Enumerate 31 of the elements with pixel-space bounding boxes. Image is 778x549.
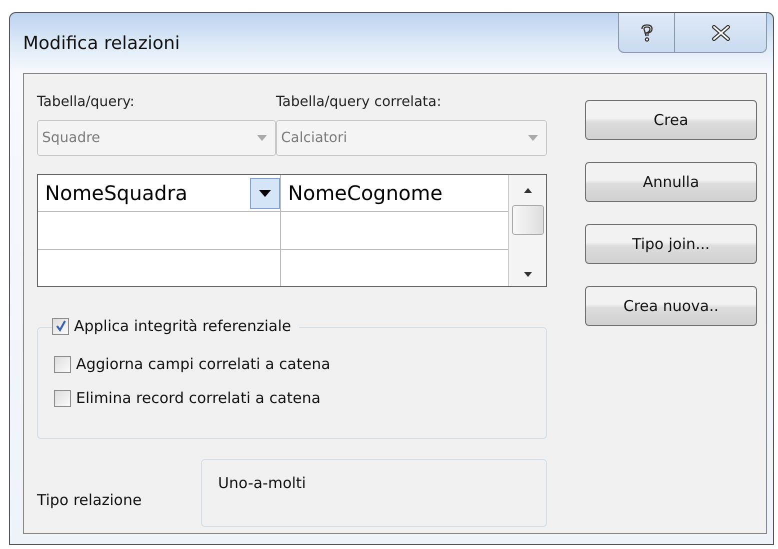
relation-type-field: Uno-a-molti — [201, 459, 547, 527]
scroll-thumb[interactable] — [512, 205, 544, 235]
help-button[interactable] — [618, 13, 675, 53]
caret-icon — [528, 135, 538, 141]
scrollbar[interactable] — [508, 175, 546, 286]
field-name: NomeCognome — [288, 181, 443, 206]
field-name: NomeSquadra — [45, 181, 188, 206]
dropdown-button[interactable] — [250, 178, 280, 209]
option-label: Applica integrità referenziale — [74, 317, 292, 335]
up-arrow-icon — [522, 187, 532, 193]
dialog-button[interactable]: Crea nuova.. — [585, 286, 757, 326]
help-icon — [640, 24, 654, 42]
caret-icon — [259, 190, 271, 197]
dialog-button[interactable]: Crea — [585, 100, 757, 140]
field-label: Tabella/query correlata: — [276, 94, 442, 112]
checkbox[interactable] — [54, 390, 71, 406]
close-icon — [710, 24, 730, 40]
dialog-button[interactable]: Annulla — [585, 162, 757, 202]
checkbox[interactable] — [54, 356, 71, 372]
relation-label: Tipo relazione — [37, 491, 143, 509]
field-label: Tabella/query: — [37, 94, 136, 112]
checkbox[interactable] — [52, 318, 69, 334]
caret-icon — [257, 135, 267, 141]
window-title: Modifica relazioni — [23, 33, 180, 54]
option-label: Elimina record correlati a catena — [76, 389, 321, 407]
option-label: Aggiorna campi correlati a catena — [76, 355, 330, 373]
grid-cell[interactable]: NomeSquadra — [38, 175, 281, 212]
checkmark-icon — [54, 320, 66, 332]
close-button[interactable] — [675, 13, 767, 53]
dialog-button[interactable]: Tipo join... — [585, 224, 757, 264]
down-arrow-icon — [522, 272, 532, 278]
